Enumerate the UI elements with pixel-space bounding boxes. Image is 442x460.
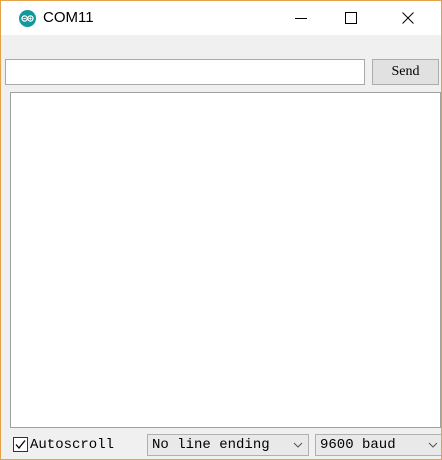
arduino-logo-icon xyxy=(19,10,36,27)
minimize-icon xyxy=(295,18,307,19)
send-bar: Send xyxy=(1,59,441,89)
autoscroll-label[interactable]: Autoscroll xyxy=(30,437,114,453)
maximize-button[interactable] xyxy=(328,1,374,35)
autoscroll-checkbox[interactable] xyxy=(13,437,28,452)
minimize-button[interactable] xyxy=(278,1,324,35)
bottom-bar: Autoscroll No line ending 9600 baud xyxy=(1,431,441,459)
serial-monitor-window: COM11 Send Autoscroll No line ending 960… xyxy=(0,0,442,460)
checkmark-icon xyxy=(15,440,26,450)
close-button[interactable] xyxy=(385,1,431,35)
title-bar[interactable]: COM11 xyxy=(1,1,441,35)
chevron-down-icon xyxy=(428,442,438,448)
serial-output-area[interactable] xyxy=(10,92,441,428)
baud-rate-select[interactable]: 9600 baud xyxy=(315,434,441,456)
send-button[interactable]: Send xyxy=(372,59,439,85)
maximize-icon xyxy=(345,12,357,24)
window-title: COM11 xyxy=(43,9,94,26)
serial-input[interactable] xyxy=(5,59,365,85)
baud-rate-value: 9600 baud xyxy=(320,437,396,453)
close-icon xyxy=(402,12,414,24)
line-ending-select[interactable]: No line ending xyxy=(147,434,309,456)
line-ending-value: No line ending xyxy=(152,437,270,453)
chevron-down-icon xyxy=(293,442,303,448)
